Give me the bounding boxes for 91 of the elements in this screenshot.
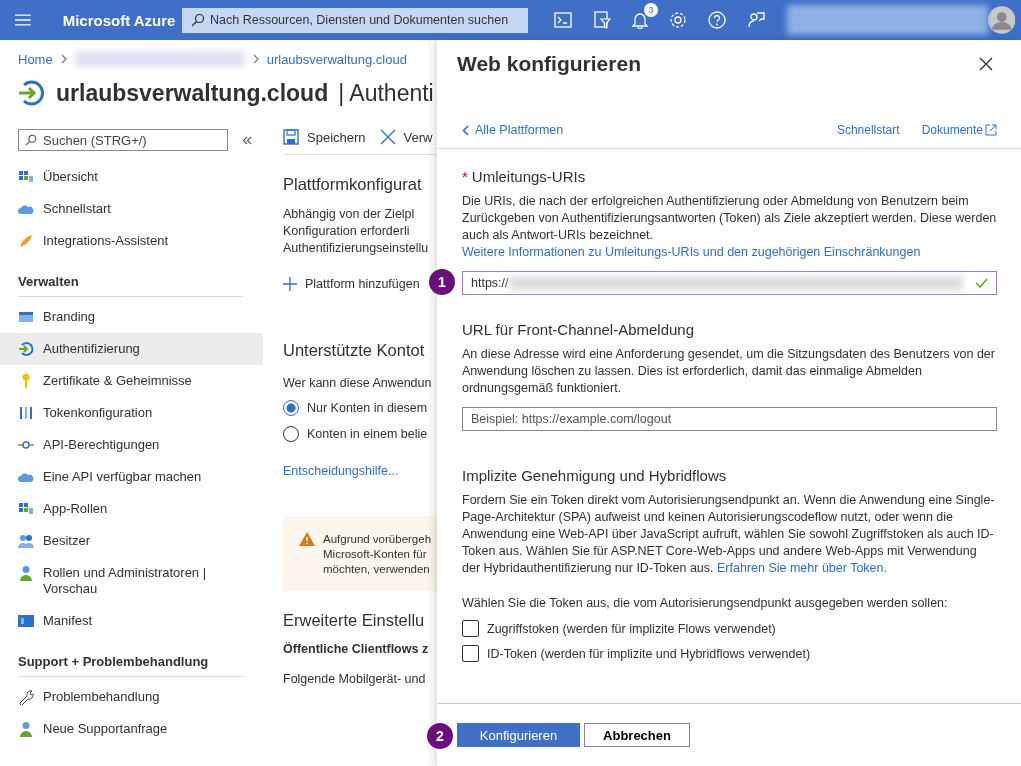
account-type-radio[interactable]: Nur Konten in diesem: [283, 400, 437, 416]
warning-icon: [299, 532, 315, 546]
warning-text: Aufgrund vorübergeh Microsoft-Konten für möchten, verwenden: [323, 532, 432, 577]
add-platform-button[interactable]: Plattform hinzufügen: [283, 277, 420, 291]
menu-icon[interactable]: [15, 14, 31, 26]
question-text: Wer kann diese Anwendun: [283, 376, 433, 390]
grid-icon: [18, 169, 34, 185]
token-prompt: Wählen Sie die Token aus, die vom Autorisierungsendpunkt ausgegeben werden sollen:: [462, 595, 949, 612]
sidebar-item[interactable]: Besitzer: [0, 525, 263, 557]
sidebar-item[interactable]: Branding: [0, 301, 263, 333]
breadcrumb-link[interactable]: urlaubsverwaltung.cloud: [266, 51, 407, 67]
arrow-circle-icon: [18, 341, 34, 357]
search-field[interactable]: Nach Ressourcen, Diensten und Dokumenten suchen: [182, 7, 529, 33]
person-icon: [18, 721, 34, 737]
configure-button[interactable]: Konfigurieren: [457, 723, 580, 747]
settings-icon[interactable]: [669, 11, 688, 29]
sidebar-item[interactable]: Rollen und Administratoren | Vorschau: [0, 557, 263, 605]
card-icon: [18, 309, 34, 325]
section-heading: Unterstützte Kontot: [283, 341, 426, 360]
sidebar-item[interactable]: App-Rollen: [0, 493, 263, 525]
logout-url-field[interactable]: Beispiel: https://example.com/logout: [462, 407, 997, 431]
required-marker: *: [462, 168, 468, 185]
wrench-icon: [18, 689, 34, 705]
save-button[interactable]: Speichern: [283, 129, 366, 145]
document-icon: [18, 613, 34, 629]
learn-more-link[interactable]: Erfahren Sie mehr über Token.: [717, 561, 887, 575]
sidebar-item[interactable]: Manifest: [0, 605, 263, 637]
token-checkbox[interactable]: ID-Token (werden für implizite und Hybridflows verwendet): [462, 645, 997, 662]
help-icon[interactable]: [708, 11, 727, 29]
cancel-button[interactable]: Abbrechen: [584, 723, 690, 747]
back-link[interactable]: Alle Plattformen: [462, 123, 564, 137]
sidebar-item[interactable]: Integrations-Assistent: [0, 225, 263, 257]
sidebar-heading: Verwalten: [18, 274, 243, 297]
external-link-icon: [985, 124, 997, 136]
step-marker: 1: [429, 269, 455, 295]
person-icon: [18, 565, 34, 581]
plus-icon: [283, 277, 297, 291]
token-checkbox[interactable]: Zugriffstoken (werden für implizite Flows verwendet): [462, 620, 997, 637]
section-description: Fordern Sie ein Token direkt vom Autorisierungsendpunkt an. Wenn die Anwendung eine Single-Page-Architektur (SPA) aufweist und keinen Autorisierungscodeflow nutzt, oder wenn die Anwendung eine Web-API über JavaScript aufruft, wählen Sie sowohl Zugriffstoken als auch ID-Token aus. Wählen Sie für ASP.NET Core-Web-Apps und andere Web-Apps mit Verwendung der Hybridauthentifizierung nur ID-Token aus. Erfahren Sie mehr über Token.: [462, 492, 996, 577]
learn-more-link[interactable]: Weitere Informationen zu Umleitungs-URIs und den zugehörigen Einschränkungen: [462, 244, 997, 261]
section-heading: Implizite Genehmigung und Hybridflows: [462, 467, 728, 484]
redirect-uri-field[interactable]: https://: [462, 271, 997, 295]
avatar-icon[interactable]: [987, 6, 1015, 34]
decision-help-link[interactable]: Entscheidungshilfe...: [283, 464, 399, 478]
people-icon: [18, 533, 34, 549]
docs-link[interactable]: Dokumente: [921, 123, 997, 137]
close-icon: [379, 129, 396, 145]
field-label: * Umleitungs-URIs: [462, 168, 587, 185]
step-marker: 2: [427, 723, 453, 749]
sign-in-arrow-icon: [18, 79, 46, 107]
setting-description: Folgende Mobilgerät- und: [283, 672, 427, 686]
section-heading: Plattformkonfigurat: [283, 175, 423, 194]
filter-icon[interactable]: [593, 11, 612, 29]
chevron-left-icon: [462, 124, 469, 136]
brand-name[interactable]: Microsoft Azure: [62, 11, 183, 29]
sidebar-item[interactable]: Problembehandlung: [0, 681, 263, 713]
sidebar-item[interactable]: Zertifikate & Geheimnisse: [0, 365, 263, 397]
sidebar-item[interactable]: Schnellstart: [0, 193, 263, 225]
grid-icon: [18, 501, 34, 517]
field-label: URL für Front-Channel-Abmeldung: [462, 321, 696, 338]
chevron-right-icon: [60, 54, 67, 64]
setting-label: Öffentliche Clientflows z: [283, 642, 430, 656]
page-title: urlaubsverwaltung.cloud: [56, 79, 329, 107]
panel-title: Web konfigurieren: [457, 52, 641, 76]
search-icon: [25, 134, 37, 146]
sidebar-item[interactable]: Authentifizierung: [0, 333, 263, 365]
sidebar-item[interactable]: Übersicht: [0, 161, 263, 193]
bars-icon: [18, 405, 34, 421]
quickstart-link[interactable]: Schnellstart: [836, 123, 900, 137]
breadcrumb-link[interactable]: Home: [18, 51, 53, 67]
notification-badge: 3: [644, 3, 659, 17]
sidebar-item[interactable]: Tokenkonfiguration: [0, 397, 263, 429]
sidebar-item[interactable]: API-Berechtigungen: [0, 429, 263, 461]
close-icon[interactable]: [979, 57, 993, 71]
collapse-icon[interactable]: [242, 135, 252, 145]
sidebar-search-field[interactable]: Suchen (STRG+/): [18, 129, 228, 151]
description-text: Abhängig von der Zielpl Konfiguration erforderli Authentifizierungseinstellu: [283, 206, 430, 257]
sidebar-item[interactable]: Eine API verfügbar machen: [0, 461, 263, 493]
feedback-icon[interactable]: [747, 11, 766, 29]
chevron-right-icon: [252, 54, 259, 64]
terminal-icon[interactable]: [554, 12, 573, 28]
search-icon: [191, 13, 206, 27]
section-heading: Erweiterte Einstellu: [283, 611, 426, 630]
account-type-radio[interactable]: Konten in einem belie: [283, 426, 437, 442]
field-description: Die URIs, die nach der erfolgreichen Authentifizierung oder Abmeldung von Benutzern beim Zurückgeben von Authentifizierungsantworten (Token) als Ziele akzeptiert werden. Diese werden auch als Antwort-URIs bezeichnet. Weitere Informationen zu Umleitungs-URIs und den zugehörigen Einschränkungen: [462, 193, 997, 261]
field-description: An diese Adresse wird eine Anforderung gesendet, um die Sitzungsdaten des Benutzers von der Anwendung löschen zu lassen. Dies ist erforderlich, damit das einmalige Abmelden ordnungsgemäß funktioniert.: [462, 346, 996, 397]
sidebar-item[interactable]: Neue Supportanfrage: [0, 713, 263, 745]
bell-icon[interactable]: [632, 11, 649, 29]
discard-button[interactable]: Verw: [379, 129, 433, 145]
sidebar-heading: Support + Problembehandlung: [18, 654, 243, 677]
page-subtitle: | Authenti: [338, 79, 434, 107]
